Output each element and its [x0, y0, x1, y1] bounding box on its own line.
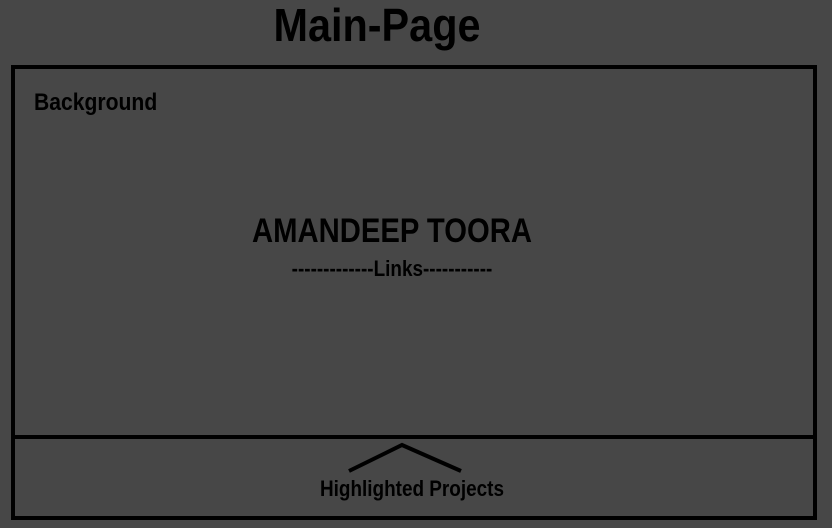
highlighted-projects-label: Highlighted Projects	[320, 476, 504, 501]
background-label: Background	[34, 89, 158, 116]
site-owner-name: AMANDEEP TOORA	[252, 212, 532, 250]
page-title: Main-Page	[273, 0, 481, 51]
caret-up-icon	[348, 442, 462, 473]
page-wireframe: Background AMANDEEP TOORA -------------L…	[11, 65, 817, 520]
links-placeholder: -------------Links-----------	[291, 256, 493, 281]
